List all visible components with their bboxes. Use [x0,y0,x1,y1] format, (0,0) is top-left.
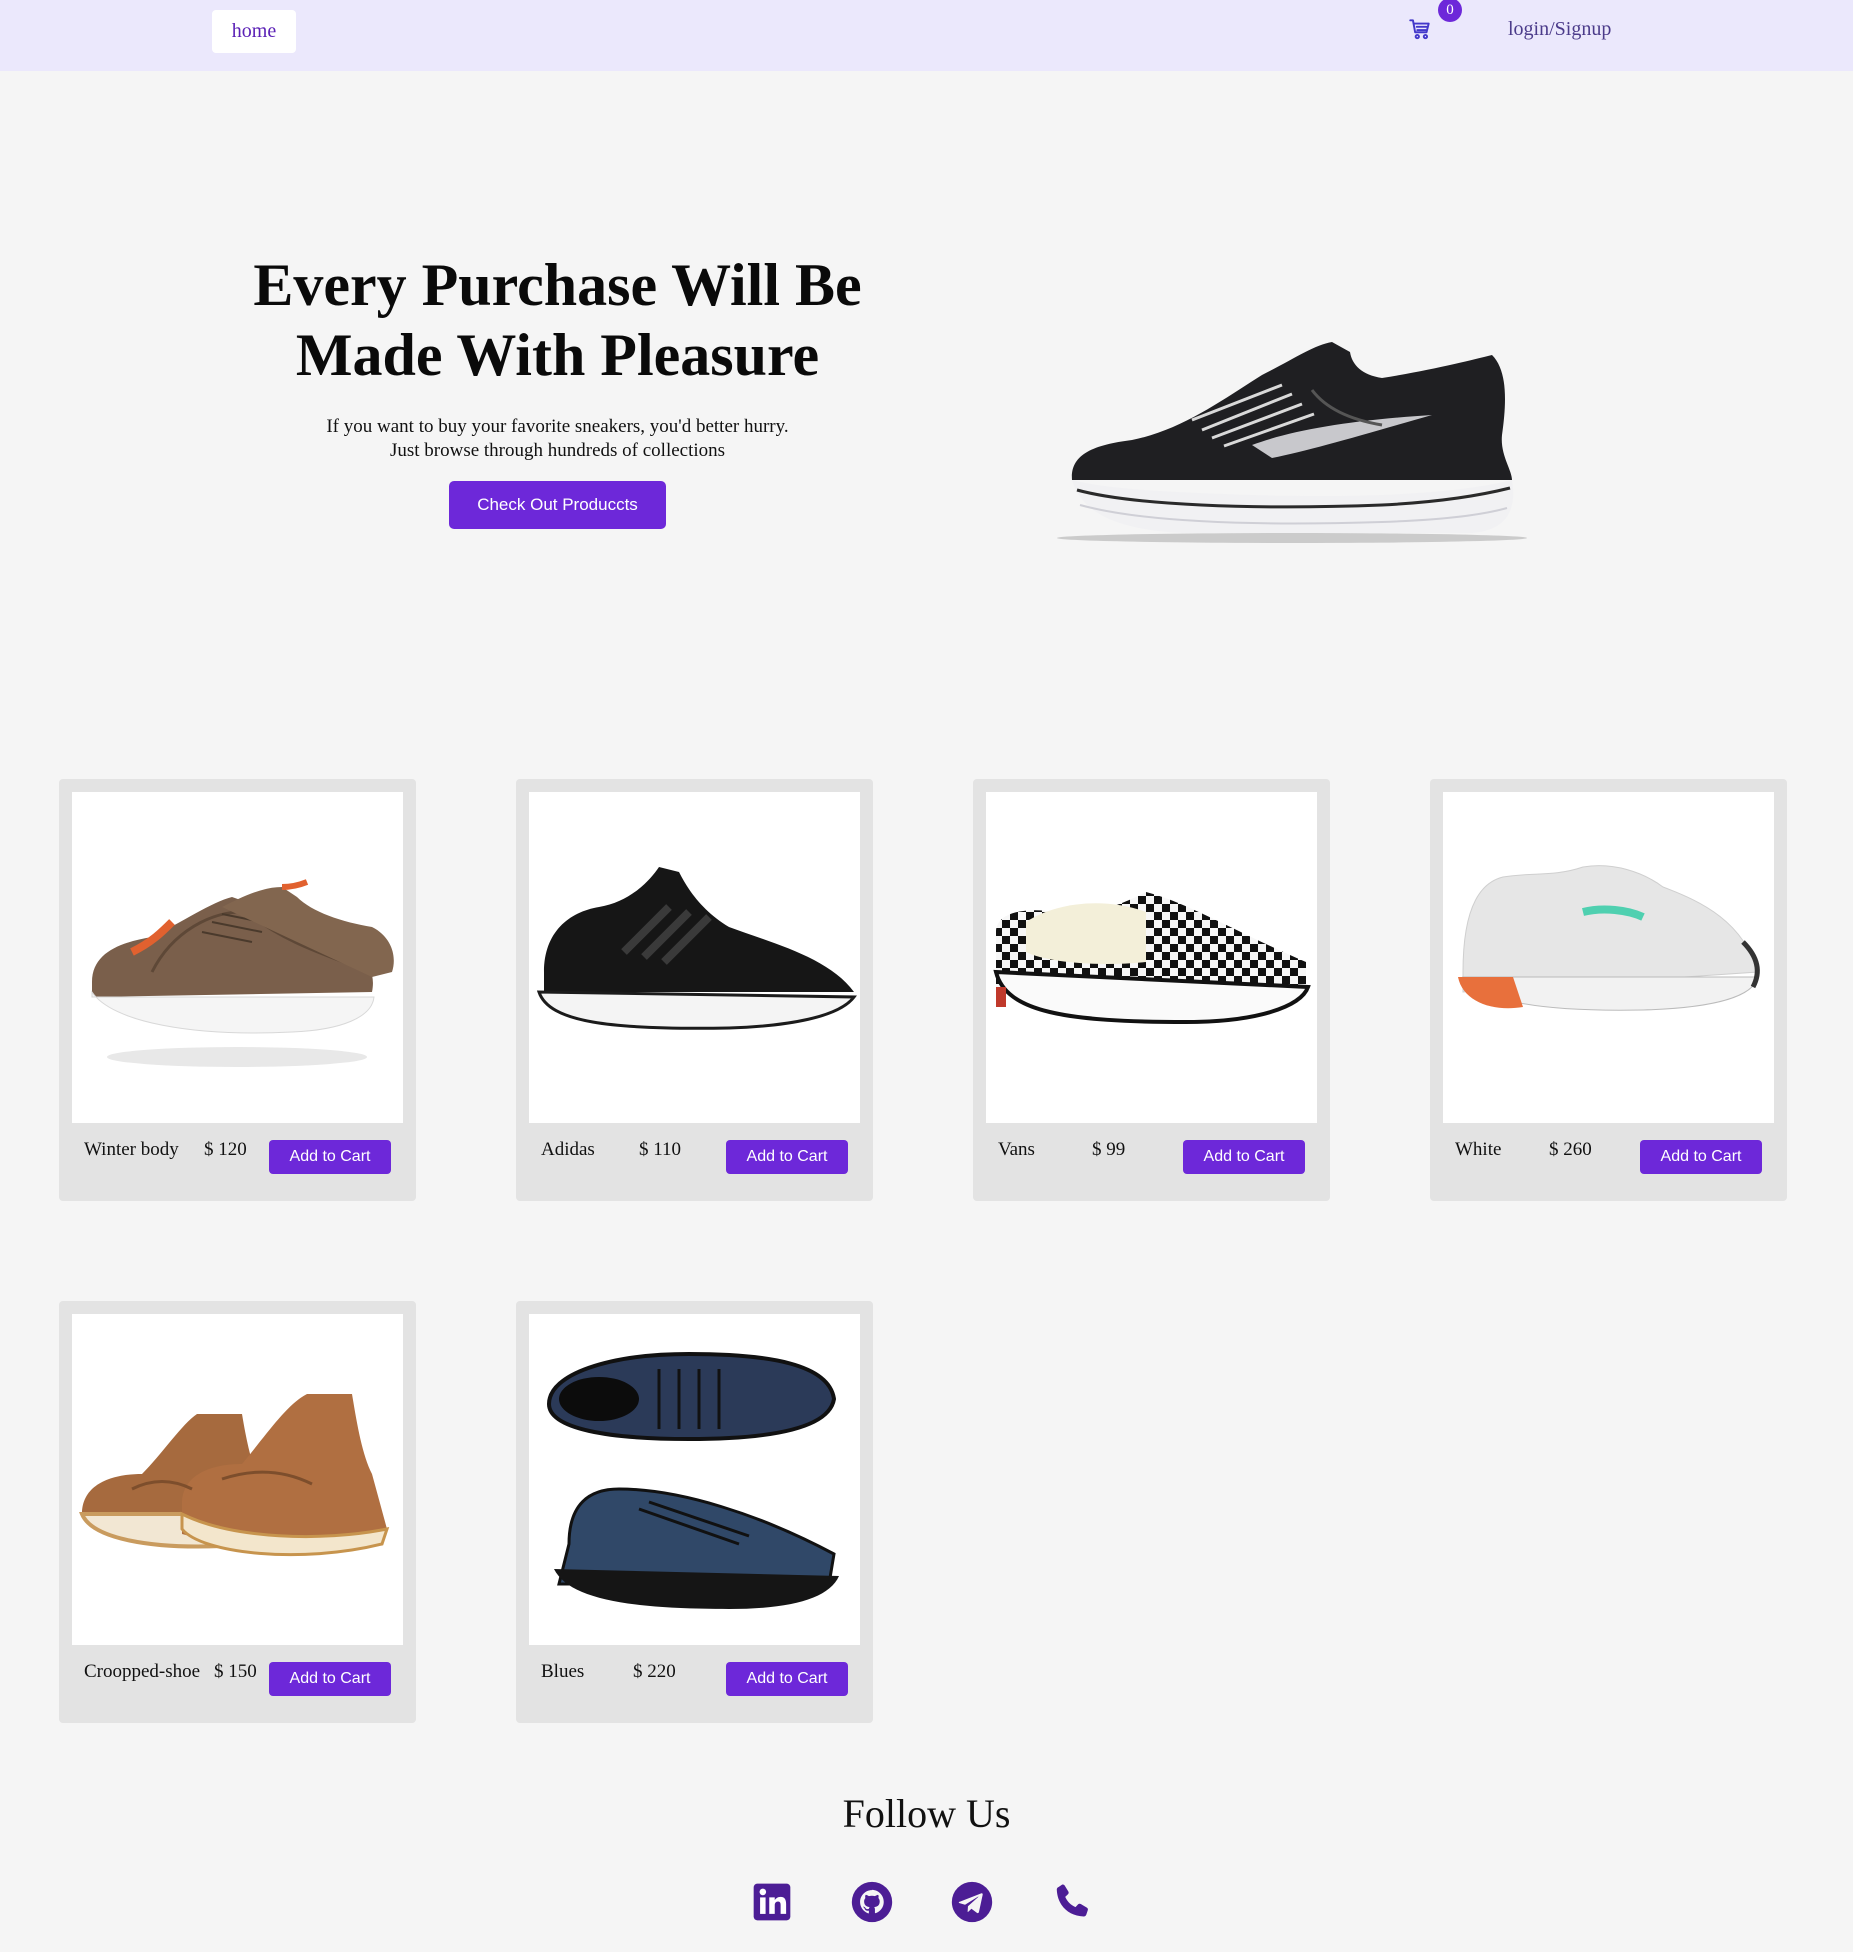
product-price: $ 260 [1549,1139,1592,1160]
navbar: home 0 login/Signup [0,0,1853,71]
hero-sneaker-image [1052,330,1532,550]
github-icon[interactable] [850,1880,894,1924]
product-image-adidas [529,792,860,1123]
add-to-cart-button[interactable]: Add to Cart [269,1140,391,1174]
product-price: $ 120 [204,1139,247,1160]
product-price: $ 110 [639,1139,682,1160]
product-card: Vans $ 99 Add to Cart [973,779,1330,1201]
product-image-vans [986,792,1317,1123]
hero-subtitle-line-1: If you want to buy your favorite sneaker… [326,416,789,437]
product-image-white [1443,792,1774,1123]
product-price: $ 99 [1092,1139,1126,1160]
product-name: Blues [541,1661,585,1682]
cart-count-badge: 0 [1438,0,1462,22]
add-to-cart-button[interactable]: Add to Cart [726,1140,848,1174]
hero-subtitle-line-2: Just browse through hundreds of collecti… [389,440,726,461]
hero-title-line-2: Made With Pleasure [295,322,820,388]
product-name: Adidas [541,1139,595,1160]
add-to-cart-button[interactable]: Add to Cart [269,1662,391,1696]
cart-icon[interactable] [1407,16,1433,42]
product-image-winter-body [72,792,403,1123]
product-name: Winter body [84,1139,179,1160]
nav-home-link[interactable]: home [212,10,296,53]
product-name: White [1455,1139,1502,1160]
login-signup-link[interactable]: login/Signup [1508,18,1611,41]
product-card: Blues $ 220 Add to Cart [516,1301,873,1723]
product-image-croopped-shoe [72,1314,403,1645]
product-image-blues [529,1314,860,1645]
phone-icon[interactable] [1050,1880,1094,1924]
linkedin-icon[interactable] [750,1880,794,1924]
product-name: Croopped-shoe [84,1661,201,1682]
product-price: $ 220 [633,1661,676,1682]
add-to-cart-button[interactable]: Add to Cart [1183,1140,1305,1174]
hero-title: Every Purchase Will Be Made With Pleasur… [200,250,915,390]
telegram-icon[interactable] [950,1880,994,1924]
product-card: Croopped-shoe $ 150 Add to Cart [59,1301,416,1723]
page: home 0 login/Signup Every Purchase Will … [0,0,1853,1952]
add-to-cart-button[interactable]: Add to Cart [1640,1140,1762,1174]
add-to-cart-button[interactable]: Add to Cart [726,1662,848,1696]
product-name: Vans [998,1139,1035,1160]
follow-us-title: Follow Us [842,1791,1011,1836]
product-card: White $ 260 Add to Cart [1430,779,1787,1201]
check-out-products-button[interactable]: Check Out Produccts [449,481,666,529]
product-card: Adidas $ 110 Add to Cart [516,779,873,1201]
hero-subtitle: If you want to buy your favorite sneaker… [200,415,915,463]
product-price: $ 150 [214,1661,257,1682]
product-card: Winter body $ 120 Add to Cart [59,779,416,1201]
hero-title-line-1: Every Purchase Will Be [253,252,862,318]
